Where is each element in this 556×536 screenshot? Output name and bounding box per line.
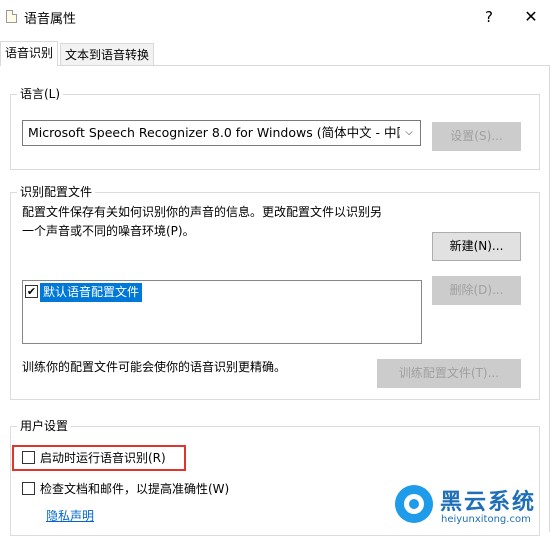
cloud-logo-icon [395, 485, 433, 523]
close-button[interactable]: ✕ [516, 4, 546, 30]
language-group-label: 语言(L) [17, 86, 64, 102]
title-bar: 语音属性 ? ✕ [0, 0, 556, 34]
profiles-group-label: 识别配置文件 [17, 184, 96, 200]
help-button[interactable]: ? [475, 4, 503, 30]
checkmark-icon[interactable]: ✔ [25, 285, 38, 298]
train-profile-button[interactable]: 训练配置文件(T)... [377, 359, 521, 388]
watermark-url: heiyunxitong.com [441, 514, 531, 525]
tab-strip: 语音识别 文本到语音转换 [0, 34, 556, 66]
train-description: 训练你的配置文件可能会使你的语音识别更精确。 [22, 360, 287, 374]
tab-speech-recognition[interactable]: 语音识别 [0, 41, 59, 66]
language-select-value: Microsoft Speech Recognizer 8.0 for Wind… [28, 125, 400, 140]
profiles-description-line2: 一个声音或不同的噪音环境(P)。 [22, 224, 195, 238]
tab-text-to-speech[interactable]: 文本到语音转换 [60, 43, 155, 65]
delete-profile-button[interactable]: 删除(D)... [432, 276, 521, 305]
window-title: 语音属性 [24, 12, 77, 27]
watermark: 黑云系统 heiyunxitong.com [393, 484, 556, 532]
watermark-title: 黑云系统 [440, 490, 537, 515]
review-documents-checkbox[interactable] [22, 482, 35, 495]
document-icon [6, 10, 17, 23]
profiles-description-line1: 配置文件保存有关如何识别你的声音的信息。更改配置文件以识别另 [22, 205, 383, 219]
review-documents-label[interactable]: 检查文档和邮件，以提高准确性(W) [40, 480, 229, 498]
settings-button[interactable]: 设置(S)... [432, 122, 521, 151]
language-select[interactable]: Microsoft Speech Recognizer 8.0 for Wind… [22, 120, 421, 146]
review-documents-row[interactable]: 检查文档和邮件，以提高准确性(W) [22, 480, 252, 498]
highlight-annotation [12, 445, 186, 471]
new-profile-button[interactable]: 新建(N)... [432, 232, 521, 261]
user-settings-group-label: 用户设置 [17, 418, 72, 434]
profile-item-label: 默认语音配置文件 [40, 283, 143, 302]
profiles-listbox[interactable]: ✔ 默认语音配置文件 [22, 280, 422, 344]
privacy-statement-link[interactable]: 隐私声明 [46, 507, 94, 524]
chevron-down-icon: ⌵ [405, 127, 413, 138]
list-item[interactable]: ✔ 默认语音配置文件 [25, 283, 153, 302]
